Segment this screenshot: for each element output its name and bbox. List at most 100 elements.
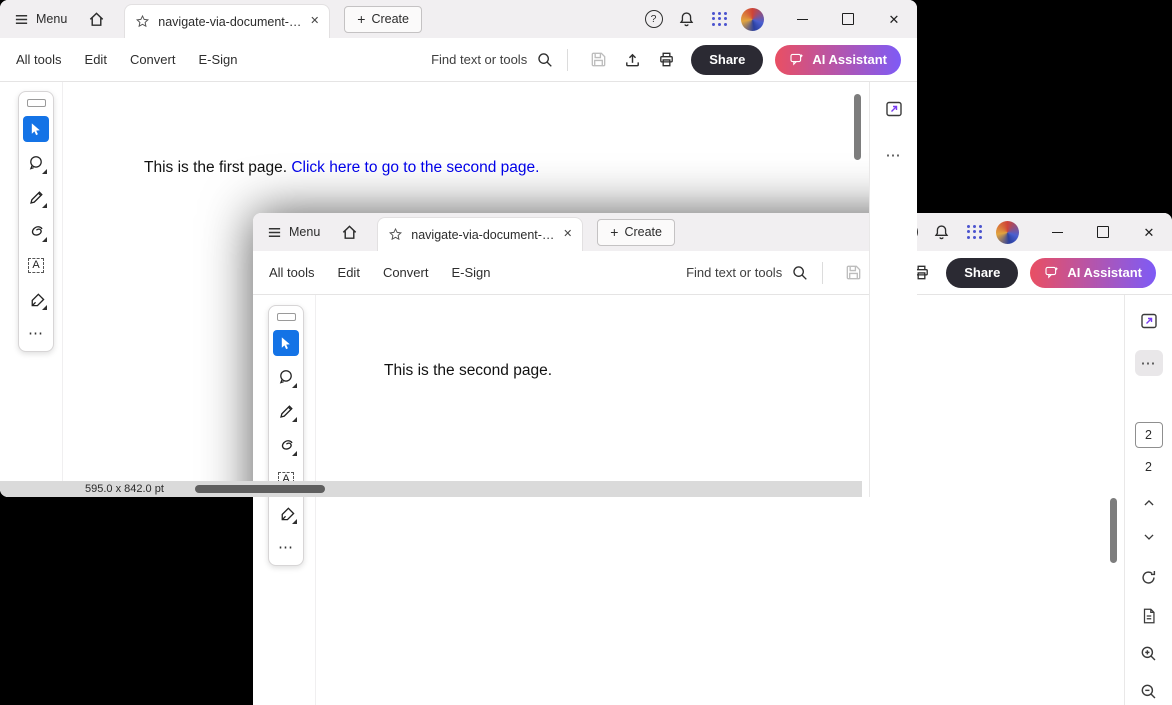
upload-cloud-button[interactable] [615, 43, 649, 77]
menu-esign[interactable]: E-Sign [198, 52, 237, 67]
menu-all-tools[interactable]: All tools [16, 52, 62, 67]
print-icon [657, 50, 676, 69]
comment-icon [27, 154, 45, 172]
side-panel-button[interactable] [1135, 308, 1163, 334]
share-button[interactable]: Share [946, 258, 1018, 288]
menu-all-tools[interactable]: All tools [269, 265, 315, 280]
side-panel-button[interactable] [880, 95, 908, 123]
zoom-in-button[interactable] [1135, 641, 1163, 667]
document-tab[interactable]: navigate-via-document-l... ✕ [377, 217, 583, 251]
sidebar-drag-handle[interactable] [27, 99, 46, 107]
titlebar[interactable]: Menu navigate-via-document-l... ✕ + Crea… [0, 0, 917, 38]
hamburger-icon [267, 225, 282, 240]
search-button[interactable]: Find text or tools [431, 51, 554, 69]
tab-close-icon[interactable]: ✕ [563, 229, 572, 240]
account-button[interactable] [991, 213, 1024, 251]
ai-assistant-button[interactable]: AI Assistant [1030, 258, 1156, 288]
vertical-scrollbar-thumb[interactable] [854, 94, 861, 160]
close-icon: ✕ [889, 13, 900, 26]
minimize-button[interactable] [1034, 213, 1080, 251]
menu-button[interactable]: Menu [267, 225, 320, 240]
save-button[interactable] [581, 43, 615, 77]
create-label: Create [624, 225, 662, 239]
notifications-button[interactable] [925, 213, 958, 251]
share-button[interactable]: Share [691, 45, 763, 75]
fill-sign-tool-button[interactable] [23, 286, 49, 312]
print-button[interactable] [649, 43, 683, 77]
titlebar[interactable]: Menu navigate-via-document-l... ✕ + Crea… [253, 213, 1172, 251]
hamburger-icon [14, 12, 29, 27]
panel-more-button[interactable]: ⋯ [1135, 350, 1163, 376]
minimize-icon [797, 19, 808, 20]
create-tab-button[interactable]: + Create [597, 219, 675, 246]
page-number-input[interactable]: 2 [1135, 422, 1163, 447]
menu-button[interactable]: Menu [14, 12, 67, 27]
previous-page-button[interactable] [1135, 490, 1163, 516]
notifications-button[interactable] [670, 0, 703, 38]
search-label: Find text or tools [686, 265, 782, 280]
minimize-button[interactable] [779, 0, 825, 38]
side-panel-icon [1139, 311, 1159, 331]
create-tab-button[interactable]: + Create [344, 6, 422, 33]
acrobat-window-second: Menu navigate-via-document-l... ✕ + Crea… [253, 213, 1172, 705]
save-button[interactable] [836, 256, 870, 290]
cursor-icon [29, 122, 44, 137]
panel-more-button[interactable]: ⋯ [880, 141, 908, 169]
pencil-tool-button[interactable] [273, 398, 299, 424]
minimize-icon [1052, 232, 1063, 233]
star-icon[interactable] [388, 227, 403, 242]
add-text-tool-button[interactable]: A [23, 252, 49, 278]
document-tab[interactable]: navigate-via-document-l... ✕ [124, 4, 330, 38]
page-link[interactable]: Click here to go to the second page. [291, 159, 539, 176]
page-view-button[interactable] [1135, 602, 1163, 628]
add-text-icon: A [28, 258, 43, 273]
rotate-view-button[interactable] [1135, 564, 1163, 590]
document-area: This is the second page. A [253, 295, 1172, 705]
comment-tool-button[interactable] [273, 364, 299, 390]
ai-sparkle-icon [1044, 265, 1060, 281]
pencil-tool-button[interactable] [23, 184, 49, 210]
horizontal-scrollbar-thumb[interactable] [195, 485, 325, 493]
close-window-button[interactable]: ✕ [1126, 213, 1172, 251]
comment-tool-button[interactable] [23, 150, 49, 176]
vertical-scrollbar-thumb[interactable] [1110, 498, 1117, 563]
maximize-button[interactable] [825, 0, 871, 38]
more-tools-icon: ⋯ [278, 540, 294, 555]
apps-grid-button[interactable] [703, 0, 736, 38]
select-tool-button[interactable] [23, 116, 49, 142]
help-button[interactable]: ? [637, 0, 670, 38]
more-tools-button[interactable]: ⋯ [273, 534, 299, 560]
search-icon [791, 264, 809, 282]
create-label: Create [371, 12, 409, 26]
fill-sign-icon [278, 505, 295, 522]
menu-edit[interactable]: Edit [338, 265, 360, 280]
ai-assistant-button[interactable]: AI Assistant [775, 45, 901, 75]
sidebar-drag-handle[interactable] [277, 313, 296, 321]
search-button[interactable]: Find text or tools [686, 264, 809, 282]
next-page-button[interactable] [1135, 524, 1163, 550]
menu-edit[interactable]: Edit [85, 52, 107, 67]
close-window-button[interactable]: ✕ [871, 0, 917, 38]
apps-grid-button[interactable] [958, 213, 991, 251]
zoom-out-button[interactable] [1135, 679, 1163, 705]
fill-sign-tool-button[interactable] [273, 500, 299, 526]
tab-close-icon[interactable]: ✕ [310, 16, 319, 27]
account-button[interactable] [736, 0, 769, 38]
maximize-button[interactable] [1080, 213, 1126, 251]
ai-assistant-label: AI Assistant [1067, 265, 1142, 280]
menu-convert[interactable]: Convert [130, 52, 176, 67]
home-button[interactable] [340, 223, 359, 242]
quick-tools-sidebar: A ⋯ [18, 91, 54, 352]
zoom-out-icon [1139, 682, 1158, 701]
lasso-tool-button[interactable] [273, 432, 299, 458]
menu-esign[interactable]: E-Sign [451, 265, 490, 280]
side-panel-icon [884, 99, 904, 119]
select-tool-button[interactable] [273, 330, 299, 356]
star-icon[interactable] [135, 14, 150, 29]
more-tools-button[interactable]: ⋯ [23, 320, 49, 346]
menu-convert[interactable]: Convert [383, 265, 429, 280]
home-button[interactable] [87, 10, 106, 29]
lasso-tool-button[interactable] [23, 218, 49, 244]
right-panel: ⋯ 2 2 [1124, 295, 1172, 705]
bell-icon [932, 223, 951, 242]
